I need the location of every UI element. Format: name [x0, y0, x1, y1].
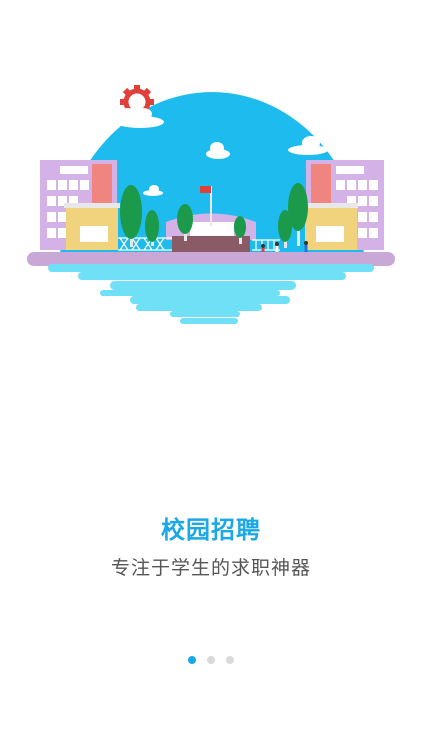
page-indicator-dot-1[interactable] [188, 656, 196, 664]
page-indicator-dot-3[interactable] [226, 656, 234, 664]
building-right [302, 160, 384, 250]
water-reflection [48, 264, 374, 324]
building-left [40, 160, 120, 250]
ground [27, 252, 395, 266]
campus-illustration [27, 85, 395, 324]
page-subtitle: 专注于学生的求职神器 [110, 557, 311, 579]
page-indicator [0, 656, 422, 664]
page-title: 校园招聘 [161, 516, 261, 544]
page-indicator-dot-2[interactable] [207, 656, 215, 664]
